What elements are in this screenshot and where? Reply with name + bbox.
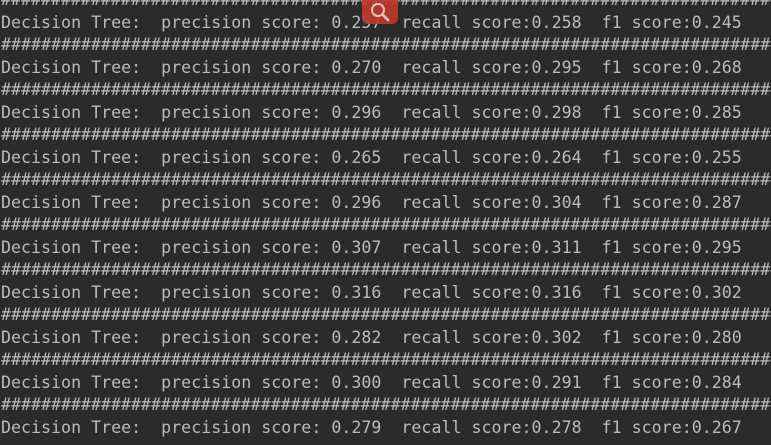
console-result-line: Decision Tree: precision score: 0.296 re…: [1, 192, 742, 212]
console-separator: ########################################…: [1, 125, 771, 144]
console-separator: ########################################…: [1, 350, 771, 369]
console-result-line: Decision Tree: precision score: 0.316 re…: [1, 282, 742, 302]
console-result-line: Decision Tree: precision score: 0.279 re…: [1, 417, 742, 437]
console-result-line: Decision Tree: precision score: 0.282 re…: [1, 327, 742, 347]
console-result-line: Decision Tree: precision score: 0.270 re…: [1, 57, 742, 77]
console-separator: ########################################…: [1, 35, 771, 54]
console-separator: ########################################…: [1, 395, 771, 414]
console-separator: ########################################…: [1, 80, 771, 99]
console-separator: ########################################…: [1, 305, 771, 324]
console-result-line: Decision Tree: precision score: 0.300 re…: [1, 372, 742, 392]
console-output[interactable]: ########################################…: [0, 0, 771, 445]
console-separator: ########################################…: [1, 170, 771, 189]
console-result-line: Decision Tree: precision score: 0.265 re…: [1, 147, 742, 167]
console-result-line: Decision Tree: precision score: 0.296 re…: [1, 102, 742, 122]
magnifier-icon: [371, 3, 390, 22]
magnifier-button[interactable]: [362, 0, 398, 24]
console-separator: ########################################…: [1, 260, 771, 279]
console-separator: ########################################…: [1, 215, 771, 234]
console-result-line: Decision Tree: precision score: 0.307 re…: [1, 237, 742, 257]
